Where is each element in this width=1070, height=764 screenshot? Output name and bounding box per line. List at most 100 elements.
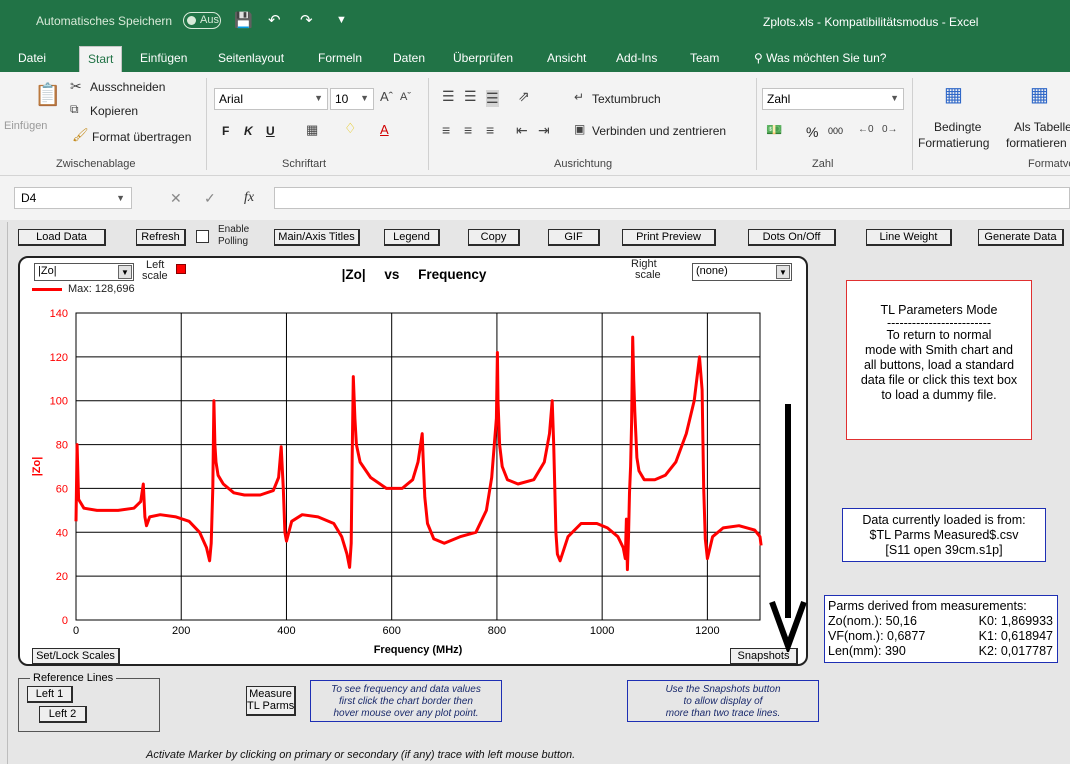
ribbon-tabs: Datei Start Einfügen Seitenlayout Formel… [0, 44, 1070, 72]
copy-button[interactable]: Kopieren [90, 104, 138, 118]
font-name-select[interactable]: Arial ▼ [214, 88, 328, 110]
group-divider [756, 78, 757, 170]
tab-team[interactable]: Team [690, 51, 719, 65]
line-weight-button[interactable]: Line Weight [866, 229, 952, 246]
measure-tl-parms-button[interactable]: Measure TL Parms [246, 686, 296, 716]
enter-icon[interactable]: ✓ [204, 190, 216, 207]
legend-button[interactable]: Legend [384, 229, 440, 246]
tab-seitenlayout[interactable]: Seitenlayout [218, 51, 284, 65]
insert-function-icon[interactable]: fx [244, 190, 254, 206]
set-lock-scales-button[interactable]: Set/Lock Scales [32, 648, 120, 664]
paste-button[interactable]: Einfügen [4, 120, 47, 132]
font-size-select[interactable]: 10 ▼ [330, 88, 374, 110]
redo-icon[interactable]: ↷ [300, 11, 313, 29]
merge-center-button[interactable]: Verbinden und zentrieren [592, 124, 726, 138]
copy-icon[interactable]: ⧉ [70, 102, 79, 117]
customize-quick-access-icon[interactable]: ▼ [336, 14, 347, 26]
y-axis-label: |Zo| [31, 457, 43, 477]
fill-color-icon[interactable]: ♢ [344, 120, 357, 137]
percent-button[interactable]: % [806, 124, 818, 140]
formula-input[interactable] [274, 187, 1070, 209]
tab-start[interactable]: Start [79, 46, 123, 72]
derived-parameters-title: Parms derived from measurements: [828, 599, 1027, 613]
tab-ueberpruefen[interactable]: Überprüfen [453, 51, 513, 65]
increase-indent-icon[interactable]: ⇥ [538, 122, 550, 139]
undo-icon[interactable]: ↶ [268, 11, 281, 29]
print-preview-button[interactable]: Print Preview [622, 229, 716, 246]
merge-icon[interactable]: ▣ [574, 122, 585, 136]
format-as-table-label-1[interactable]: Als Tabelle [1014, 120, 1070, 134]
x-tick-label: 0 [73, 625, 79, 637]
format-painter-button[interactable]: Format übertragen [92, 130, 191, 144]
align-center-icon[interactable]: ≡ [464, 122, 472, 138]
align-bottom-icon[interactable]: ☰ [486, 90, 499, 107]
thousands-button[interactable]: 000 [828, 126, 843, 136]
decrease-decimal-icon[interactable]: 0→ [882, 124, 898, 135]
format-painter-icon[interactable]: 🖌 [72, 127, 89, 143]
save-icon[interactable]: 💾 [234, 11, 253, 29]
chevron-down-icon: ▼ [360, 93, 369, 103]
wrap-text-button[interactable]: Textumbruch [592, 92, 661, 106]
parameter-row: VF(nom.): 0,6877 K1: 0,618947 [828, 629, 1053, 644]
conditional-formatting-label-1[interactable]: Bedingte [934, 120, 981, 134]
tab-einfuegen[interactable]: Einfügen [140, 51, 187, 65]
font-color-icon[interactable]: A [380, 122, 389, 137]
increase-decimal-icon[interactable]: ←0 [858, 124, 874, 135]
left-2-button[interactable]: Left 2 [39, 706, 87, 723]
grow-font-icon[interactable]: Aˆ [380, 89, 393, 104]
shrink-font-icon[interactable]: Aˇ [400, 91, 411, 103]
cell-reference: D4 [21, 191, 37, 205]
italic-button[interactable]: K [244, 124, 253, 138]
number-format-select[interactable]: Zahl ▼ [762, 88, 904, 110]
conditional-formatting-icon[interactable]: ▦ [944, 82, 963, 107]
title-bar: Automatisches Speichern Aus 💾 ↶ ↷ ▼ Zplo… [0, 0, 1070, 44]
tab-formeln[interactable]: Formeln [318, 51, 362, 65]
tell-me-search[interactable]: ⚲ Was möchten Sie tun? [754, 51, 886, 65]
cancel-icon[interactable]: ✕ [170, 190, 182, 207]
font-group-label: Schriftart [282, 158, 327, 170]
y-tick-label: 60 [56, 483, 68, 495]
autosave-toggle[interactable]: Aus [183, 12, 221, 29]
x-tick-label: 1000 [590, 625, 614, 637]
enable-polling-checkbox[interactable] [196, 230, 209, 243]
tab-daten[interactable]: Daten [393, 51, 425, 65]
dots-toggle-button[interactable]: Dots On/Off [748, 229, 836, 246]
conditional-formatting-label-2[interactable]: Formatierung [918, 136, 989, 150]
orientation-icon[interactable]: ⇗ [518, 88, 530, 105]
format-as-table-icon[interactable]: ▦ [1030, 82, 1049, 107]
y-tick-label: 140 [50, 308, 68, 320]
tab-addins[interactable]: Add-Ins [616, 51, 657, 65]
bold-button[interactable]: F [222, 124, 229, 138]
underline-button[interactable]: U [266, 124, 275, 138]
tab-ansicht[interactable]: Ansicht [547, 51, 586, 65]
align-left-icon[interactable]: ≡ [442, 122, 450, 138]
generate-data-button[interactable]: Generate Data [978, 229, 1064, 246]
gif-button[interactable]: GIF [548, 229, 600, 246]
cut-button[interactable]: Ausschneiden [90, 80, 165, 94]
copy-chart-button[interactable]: Copy [468, 229, 520, 246]
y-tick-label: 120 [50, 352, 68, 364]
name-box[interactable]: D4 ▼ [14, 187, 132, 209]
align-top-icon[interactable]: ☰ [442, 88, 455, 105]
impedance-chart[interactable]: 0 200 400 600 800 1000 1200020406080100120140|… [20, 258, 806, 664]
align-middle-icon[interactable]: ☰ [464, 88, 477, 105]
cut-icon[interactable]: ✂ [70, 78, 82, 95]
help-line: to allow display of [683, 696, 763, 707]
tl-mode-textbox[interactable]: TL Parameters Mode ---------------------… [846, 280, 1032, 440]
refresh-button[interactable]: Refresh [136, 229, 186, 246]
paste-icon[interactable]: 📋 [34, 82, 61, 108]
chart-panel[interactable]: |Zo| ▼ Left scale Right scale (none) ▼ M… [18, 256, 808, 666]
wrap-text-icon[interactable]: ↵ [574, 90, 584, 104]
format-as-table-label-2[interactable]: formatieren [1006, 136, 1067, 150]
align-right-icon[interactable]: ≡ [486, 122, 494, 138]
left-1-button[interactable]: Left 1 [27, 686, 73, 703]
main-axis-titles-button[interactable]: Main/Axis Titles [274, 229, 360, 246]
decrease-indent-icon[interactable]: ⇤ [516, 122, 528, 139]
border-icon[interactable]: ▦ [306, 122, 318, 138]
load-data-button[interactable]: Load Data [18, 229, 106, 246]
arrow-down-icon [769, 404, 807, 652]
sheet-edge [0, 222, 8, 764]
x-tick-label: 600 [383, 625, 401, 637]
tab-datei[interactable]: Datei [18, 51, 46, 65]
currency-icon[interactable]: 💵 [766, 122, 782, 138]
